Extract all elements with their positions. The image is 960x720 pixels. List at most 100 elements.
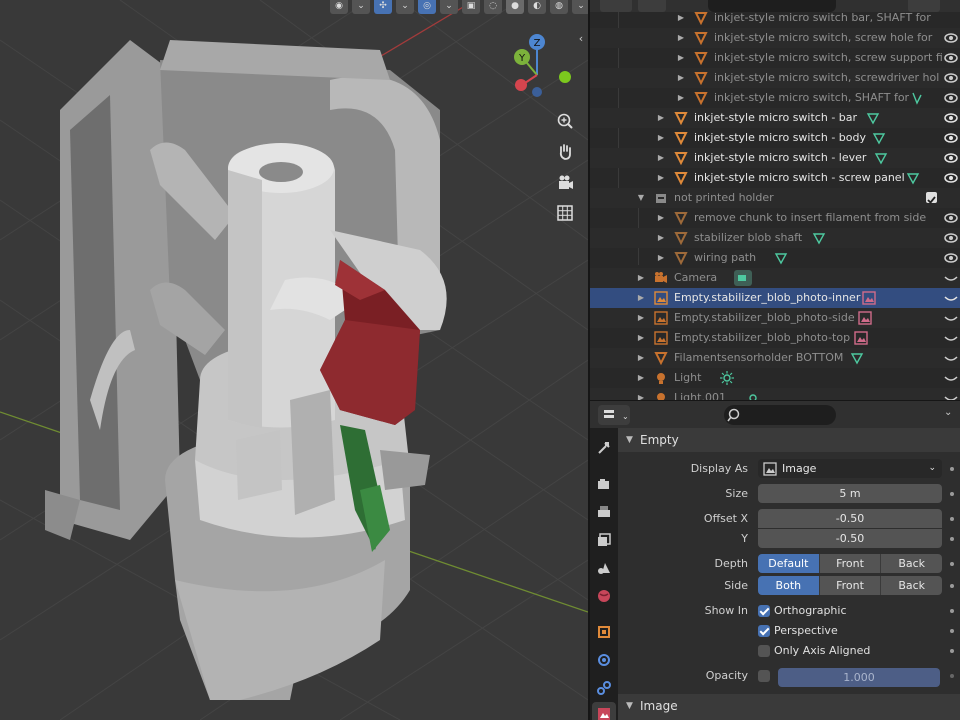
outliner-row[interactable]: ▶ inkjet-style micro switch bar, SHAFT f… bbox=[590, 8, 960, 28]
eye-hidden-icon[interactable] bbox=[944, 371, 958, 385]
orthographic-label[interactable]: Orthographic bbox=[774, 604, 847, 617]
depth-option-default[interactable]: Default bbox=[758, 554, 820, 573]
keyframe-dot-icon[interactable] bbox=[950, 492, 954, 496]
outliner-row[interactable]: ▶ Filamentsensorholder BOTTOM bbox=[590, 348, 960, 368]
keyframe-dot-icon[interactable] bbox=[950, 584, 954, 588]
collapse-arrow-icon[interactable]: ▼ bbox=[636, 188, 646, 208]
object-tab-icon[interactable] bbox=[592, 620, 616, 644]
view-object-types-icon[interactable]: ◉ bbox=[330, 0, 348, 14]
outliner-row[interactable]: ▶ remove chunk to insert filament from s… bbox=[590, 208, 960, 228]
outliner-row[interactable]: ▶ inkjet-style micro switch - bar bbox=[590, 108, 960, 128]
zoom-icon[interactable] bbox=[552, 108, 578, 134]
view-layer-tab-icon[interactable] bbox=[592, 528, 616, 552]
navigation-gizmo[interactable]: Z Y ‹ bbox=[495, 30, 585, 110]
eye-visibility-icon[interactable] bbox=[944, 111, 958, 125]
eye-visibility-icon[interactable] bbox=[944, 211, 958, 225]
keyframe-dot-icon[interactable] bbox=[950, 649, 954, 653]
output-tab-icon[interactable] bbox=[592, 500, 616, 524]
scene-tab-icon[interactable] bbox=[592, 556, 616, 580]
dropdown-chevron-icon[interactable]: ⌄ bbox=[396, 0, 414, 14]
expand-arrow-icon[interactable]: ▶ bbox=[636, 268, 646, 288]
expand-arrow-icon[interactable]: ▶ bbox=[676, 8, 686, 28]
outliner-row[interactable]: ▶ Light.001 bbox=[590, 388, 960, 400]
constraints-tab-icon[interactable] bbox=[592, 676, 616, 700]
empty-panel-header[interactable]: ▼ Empty bbox=[618, 428, 960, 452]
object-data-image-tab-icon[interactable] bbox=[592, 702, 616, 720]
gizmo-toggle-icon[interactable]: ✣ bbox=[374, 0, 392, 14]
eye-hidden-icon[interactable] bbox=[944, 271, 958, 285]
expand-arrow-icon[interactable]: ▶ bbox=[656, 208, 666, 228]
opacity-enable-checkbox[interactable] bbox=[758, 670, 770, 682]
outliner-row-collection[interactable]: ▼ not printed holder bbox=[590, 188, 960, 208]
perspective-grid-icon[interactable] bbox=[552, 200, 578, 226]
keyframe-dot-icon[interactable] bbox=[950, 609, 954, 613]
render-tab-icon[interactable] bbox=[592, 472, 616, 496]
expand-arrow-icon[interactable]: ▶ bbox=[656, 148, 666, 168]
keyframe-dot-icon[interactable] bbox=[950, 629, 954, 633]
keyframe-dot-icon[interactable] bbox=[950, 537, 954, 541]
eye-visibility-icon[interactable] bbox=[944, 231, 958, 245]
side-option-back[interactable]: Back bbox=[881, 576, 942, 595]
tool-settings-tab-icon[interactable] bbox=[592, 436, 616, 460]
options-chevron-icon[interactable]: ⌄ bbox=[944, 407, 952, 418]
expand-arrow-icon[interactable]: ▶ bbox=[676, 88, 686, 108]
eye-visibility-icon[interactable] bbox=[944, 251, 958, 265]
opacity-slider[interactable]: 1.000 bbox=[778, 668, 940, 687]
outliner-row[interactable]: ▶ Camera bbox=[590, 268, 960, 288]
outliner-row[interactable]: ▶ inkjet-style micro switch, screw hole … bbox=[590, 28, 960, 48]
expand-arrow-icon[interactable]: ▶ bbox=[636, 288, 646, 308]
outliner-row[interactable]: ▶ stabilizer blob shaft bbox=[590, 228, 960, 248]
eye-visibility-icon[interactable] bbox=[944, 71, 958, 85]
eye-hidden-icon[interactable] bbox=[944, 291, 958, 305]
xray-toggle-icon[interactable]: ▣ bbox=[462, 0, 480, 14]
depth-option-front[interactable]: Front bbox=[819, 554, 882, 573]
properties-search-input[interactable] bbox=[724, 405, 836, 425]
expand-arrow-icon[interactable]: ▶ bbox=[676, 48, 686, 68]
outliner-row[interactable]: ▶ inkjet-style micro switch - screw pane… bbox=[590, 168, 960, 188]
camera-view-icon[interactable] bbox=[552, 170, 578, 196]
perspective-checkbox[interactable] bbox=[758, 625, 770, 637]
side-option-both[interactable]: Both bbox=[758, 576, 820, 595]
eye-hidden-icon[interactable] bbox=[944, 331, 958, 345]
offset-y-field[interactable]: -0.50 bbox=[758, 529, 942, 548]
3d-viewport[interactable]: ◉ ⌄ ✣ ⌄ ◎ ⌄ ▣ ◌ ● ◐ ◍ ⌄ Z Y ‹ bbox=[0, 0, 588, 720]
physics-tab-icon[interactable] bbox=[592, 648, 616, 672]
shading-wireframe-icon[interactable]: ◌ bbox=[484, 0, 502, 14]
dropdown-chevron-icon[interactable]: ⌄ bbox=[440, 0, 458, 14]
depth-option-back[interactable]: Back bbox=[881, 554, 942, 573]
only-axis-aligned-label[interactable]: Only Axis Aligned bbox=[774, 644, 870, 657]
image-panel-header[interactable]: ▼ Image bbox=[618, 694, 960, 720]
expand-arrow-icon[interactable]: ▶ bbox=[656, 128, 666, 148]
display-as-dropdown[interactable]: Image ⌄ bbox=[758, 459, 942, 478]
expand-arrow-icon[interactable]: ▶ bbox=[636, 348, 646, 368]
keyframe-dot-icon[interactable] bbox=[950, 674, 954, 678]
dropdown-chevron-icon[interactable]: ⌄ bbox=[572, 0, 588, 14]
eye-visibility-icon[interactable] bbox=[944, 51, 958, 65]
keyframe-dot-icon[interactable] bbox=[950, 467, 954, 471]
only-axis-aligned-checkbox[interactable] bbox=[758, 645, 770, 657]
expand-arrow-icon[interactable]: ▶ bbox=[656, 228, 666, 248]
outliner-row[interactable]: ▶ inkjet-style micro switch, SHAFT for bbox=[590, 88, 960, 108]
shading-solid-icon[interactable]: ● bbox=[506, 0, 524, 14]
expand-arrow-icon[interactable]: ▶ bbox=[636, 328, 646, 348]
outliner-row[interactable]: ▶ Light bbox=[590, 368, 960, 388]
shading-material-icon[interactable]: ◐ bbox=[528, 0, 546, 14]
eye-hidden-icon[interactable] bbox=[944, 391, 958, 400]
expand-arrow-icon[interactable]: ▶ bbox=[656, 248, 666, 268]
editor-type-button[interactable]: ⌄ bbox=[598, 405, 630, 425]
eye-visibility-icon[interactable] bbox=[944, 131, 958, 145]
collection-include-checkbox[interactable] bbox=[926, 192, 937, 204]
outliner-row-selected[interactable]: ▶ Empty.stabilizer_blob_photo-inner bbox=[590, 288, 960, 308]
outliner-row[interactable]: ▶ inkjet-style micro switch, screwdriver… bbox=[590, 68, 960, 88]
expand-arrow-icon[interactable]: ▶ bbox=[636, 388, 646, 400]
eye-visibility-icon[interactable] bbox=[944, 171, 958, 185]
overlay-toggle-icon[interactable]: ◎ bbox=[418, 0, 436, 14]
expand-arrow-icon[interactable]: ▶ bbox=[656, 108, 666, 128]
orthographic-checkbox[interactable] bbox=[758, 605, 770, 617]
world-tab-icon[interactable] bbox=[592, 584, 616, 608]
expand-arrow-icon[interactable]: ▶ bbox=[676, 28, 686, 48]
eye-hidden-icon[interactable] bbox=[944, 351, 958, 365]
outliner-row[interactable]: ▶ inkjet-style micro switch, screw suppo… bbox=[590, 48, 960, 68]
eye-visibility-icon[interactable] bbox=[944, 31, 958, 45]
eye-visibility-icon[interactable] bbox=[944, 151, 958, 165]
